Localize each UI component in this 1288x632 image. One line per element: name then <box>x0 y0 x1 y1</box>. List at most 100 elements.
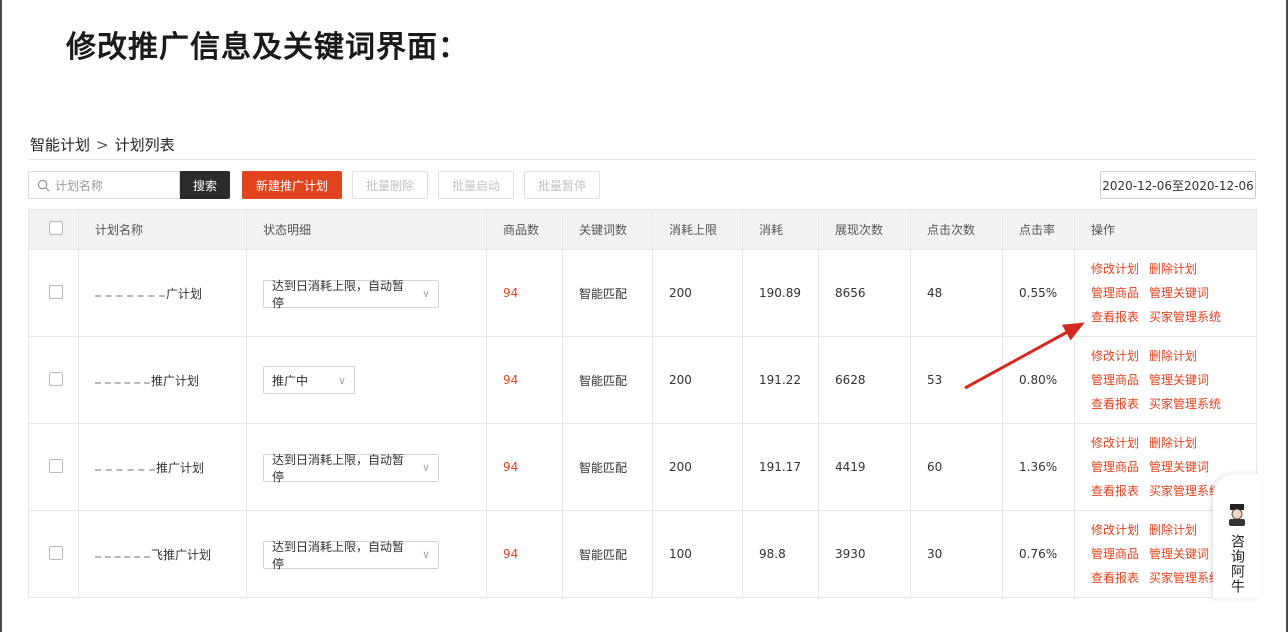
plan-table: 计划名称 状态明细 商品数 关键词数 消耗上限 消耗 展现次数 点击次数 点击率… <box>28 209 1257 598</box>
manage-keywords-link[interactable]: 管理关键词 <box>1149 460 1209 474</box>
clicks: 30 <box>910 510 1003 598</box>
batch-pause-button[interactable]: 批量暂停 <box>524 171 600 199</box>
status-value: 达到日消耗上限，自动暂停 <box>272 452 405 484</box>
date-range-picker[interactable]: 2020-12-06至2020-12-06 <box>1100 171 1256 199</box>
col-plan-name: 计划名称 <box>78 209 247 250</box>
plan-name-cell: 推广计划 <box>78 336 247 424</box>
cost: 191.17 <box>742 423 819 511</box>
keyword-count: 智能匹配 <box>562 249 653 337</box>
keyword-count: 智能匹配 <box>562 423 653 511</box>
status-select[interactable]: 达到日消耗上限，自动暂停 ∨ <box>263 539 439 571</box>
col-cost-limit: 消耗上限 <box>652 209 743 250</box>
buyer-system-link[interactable]: 买家管理系统 <box>1149 310 1221 324</box>
toolbar: 计划名称 搜索 新建推广计划 批量删除 批量启动 批量暂停 2020-12-06… <box>28 171 1256 199</box>
ctr: 0.76% <box>1002 510 1075 598</box>
impressions: 8656 <box>818 249 911 337</box>
breadcrumb-root[interactable]: 智能计划 <box>30 134 90 155</box>
new-plan-button[interactable]: 新建推广计划 <box>242 171 342 199</box>
plan-name-suffix: 广计划 <box>166 286 203 301</box>
row-checkbox[interactable] <box>49 284 63 299</box>
plan-name-suffix: 推广计划 <box>151 373 200 388</box>
col-keywords: 关键词数 <box>562 209 653 250</box>
cost-limit: 100 <box>652 510 743 598</box>
clicks: 48 <box>910 249 1003 337</box>
status-value: 达到日消耗上限，自动暂停 <box>272 278 405 310</box>
product-count[interactable]: 94 <box>486 423 563 511</box>
manage-goods-link[interactable]: 管理商品 <box>1091 547 1139 561</box>
col-products: 商品数 <box>486 209 563 250</box>
status-select[interactable]: 推广中 ∨ <box>263 366 355 394</box>
view-report-link[interactable]: 查看报表 <box>1091 484 1139 498</box>
plan-name-cell: 推广计划 <box>78 423 247 511</box>
cost: 191.22 <box>742 336 819 424</box>
breadcrumb-current: 计划列表 <box>114 136 175 154</box>
delete-plan-link[interactable]: 删除计划 <box>1149 349 1197 363</box>
clicks: 53 <box>910 336 1003 424</box>
buyer-system-link[interactable]: 买家管理系统 <box>1149 571 1221 585</box>
breadcrumb-separator: > <box>96 135 109 154</box>
redacted-name <box>95 291 165 297</box>
chevron-down-icon: ∨ <box>421 287 430 300</box>
batch-start-button[interactable]: 批量启动 <box>438 171 514 199</box>
view-report-link[interactable]: 查看报表 <box>1091 571 1139 585</box>
table-row: 飞推广计划 达到日消耗上限，自动暂停 ∨ 94 智能匹配 100 98.8 393… <box>28 510 1257 598</box>
cost: 98.8 <box>742 510 819 598</box>
keyword-count: 智能匹配 <box>562 336 653 424</box>
delete-plan-link[interactable]: 删除计划 <box>1149 262 1197 276</box>
row-checkbox[interactable] <box>49 371 63 386</box>
product-count[interactable]: 94 <box>486 336 563 424</box>
table-row: 推广计划 推广中 ∨ 94 智能匹配 200 191.22 6628 53 0.8… <box>28 336 1257 424</box>
view-report-link[interactable]: 查看报表 <box>1091 397 1139 411</box>
buyer-system-link[interactable]: 买家管理系统 <box>1149 484 1221 498</box>
redacted-name <box>95 465 155 471</box>
cost: 190.89 <box>742 249 819 337</box>
product-count[interactable]: 94 <box>486 249 563 337</box>
manage-keywords-link[interactable]: 管理关键词 <box>1149 547 1209 561</box>
edit-plan-link[interactable]: 修改计划 <box>1091 349 1139 363</box>
col-clicks: 点击次数 <box>910 209 1003 250</box>
clicks: 60 <box>910 423 1003 511</box>
edit-plan-link[interactable]: 修改计划 <box>1091 436 1139 450</box>
col-impressions: 展现次数 <box>818 209 911 250</box>
redacted-name <box>95 552 150 558</box>
search-icon <box>37 179 50 191</box>
breadcrumb: 智能计划 > 计划列表 <box>30 134 175 155</box>
edit-plan-link[interactable]: 修改计划 <box>1091 523 1139 537</box>
delete-plan-link[interactable]: 删除计划 <box>1149 436 1197 450</box>
search-button[interactable]: 搜索 <box>180 171 230 199</box>
row-checkbox[interactable] <box>49 458 63 473</box>
manage-goods-link[interactable]: 管理商品 <box>1091 460 1139 474</box>
search-input[interactable]: 计划名称 <box>28 171 180 199</box>
impressions: 3930 <box>818 510 911 598</box>
consult-widget[interactable]: 咨询阿牛 <box>1213 474 1261 598</box>
status-select[interactable]: 达到日消耗上限，自动暂停 ∨ <box>263 452 439 484</box>
buyer-system-link[interactable]: 买家管理系统 <box>1149 397 1221 411</box>
table-header-row: 计划名称 状态明细 商品数 关键词数 消耗上限 消耗 展现次数 点击次数 点击率… <box>28 209 1257 250</box>
product-count[interactable]: 94 <box>486 510 563 598</box>
status-value: 达到日消耗上限，自动暂停 <box>272 539 405 571</box>
ctr: 0.80% <box>1002 336 1075 424</box>
manage-keywords-link[interactable]: 管理关键词 <box>1149 286 1209 300</box>
row-checkbox[interactable] <box>49 545 63 560</box>
status-select[interactable]: 达到日消耗上限，自动暂停 ∨ <box>263 278 439 310</box>
manage-keywords-link[interactable]: 管理关键词 <box>1149 373 1209 387</box>
view-report-link[interactable]: 查看报表 <box>1091 310 1139 324</box>
batch-delete-button[interactable]: 批量删除 <box>352 171 428 199</box>
delete-plan-link[interactable]: 删除计划 <box>1149 523 1197 537</box>
manage-goods-link[interactable]: 管理商品 <box>1091 286 1139 300</box>
col-actions: 操作 <box>1074 209 1257 250</box>
redacted-name <box>95 378 150 384</box>
edit-plan-link[interactable]: 修改计划 <box>1091 262 1139 276</box>
cost-limit: 200 <box>652 423 743 511</box>
manage-goods-link[interactable]: 管理商品 <box>1091 373 1139 387</box>
chevron-down-icon: ∨ <box>421 461 430 474</box>
select-all-checkbox[interactable] <box>49 221 63 235</box>
col-cost: 消耗 <box>742 209 819 250</box>
col-status: 状态明细 <box>246 209 487 250</box>
table-row: 广计划 达到日消耗上限，自动暂停 ∨ 94 智能匹配 200 190.89 865… <box>28 249 1257 337</box>
actions-cell: 修改计划 删除计划 管理商品 管理关键词 查看报表 买家管理系统 <box>1074 336 1257 424</box>
page-heading: 修改推广信息及关键词界面： <box>66 30 469 65</box>
plan-name-suffix: 推广计划 <box>156 460 205 475</box>
actions-cell: 修改计划 删除计划 管理商品 管理关键词 查看报表 买家管理系统 <box>1074 249 1257 337</box>
plan-name-suffix: 飞推广计划 <box>151 547 212 562</box>
